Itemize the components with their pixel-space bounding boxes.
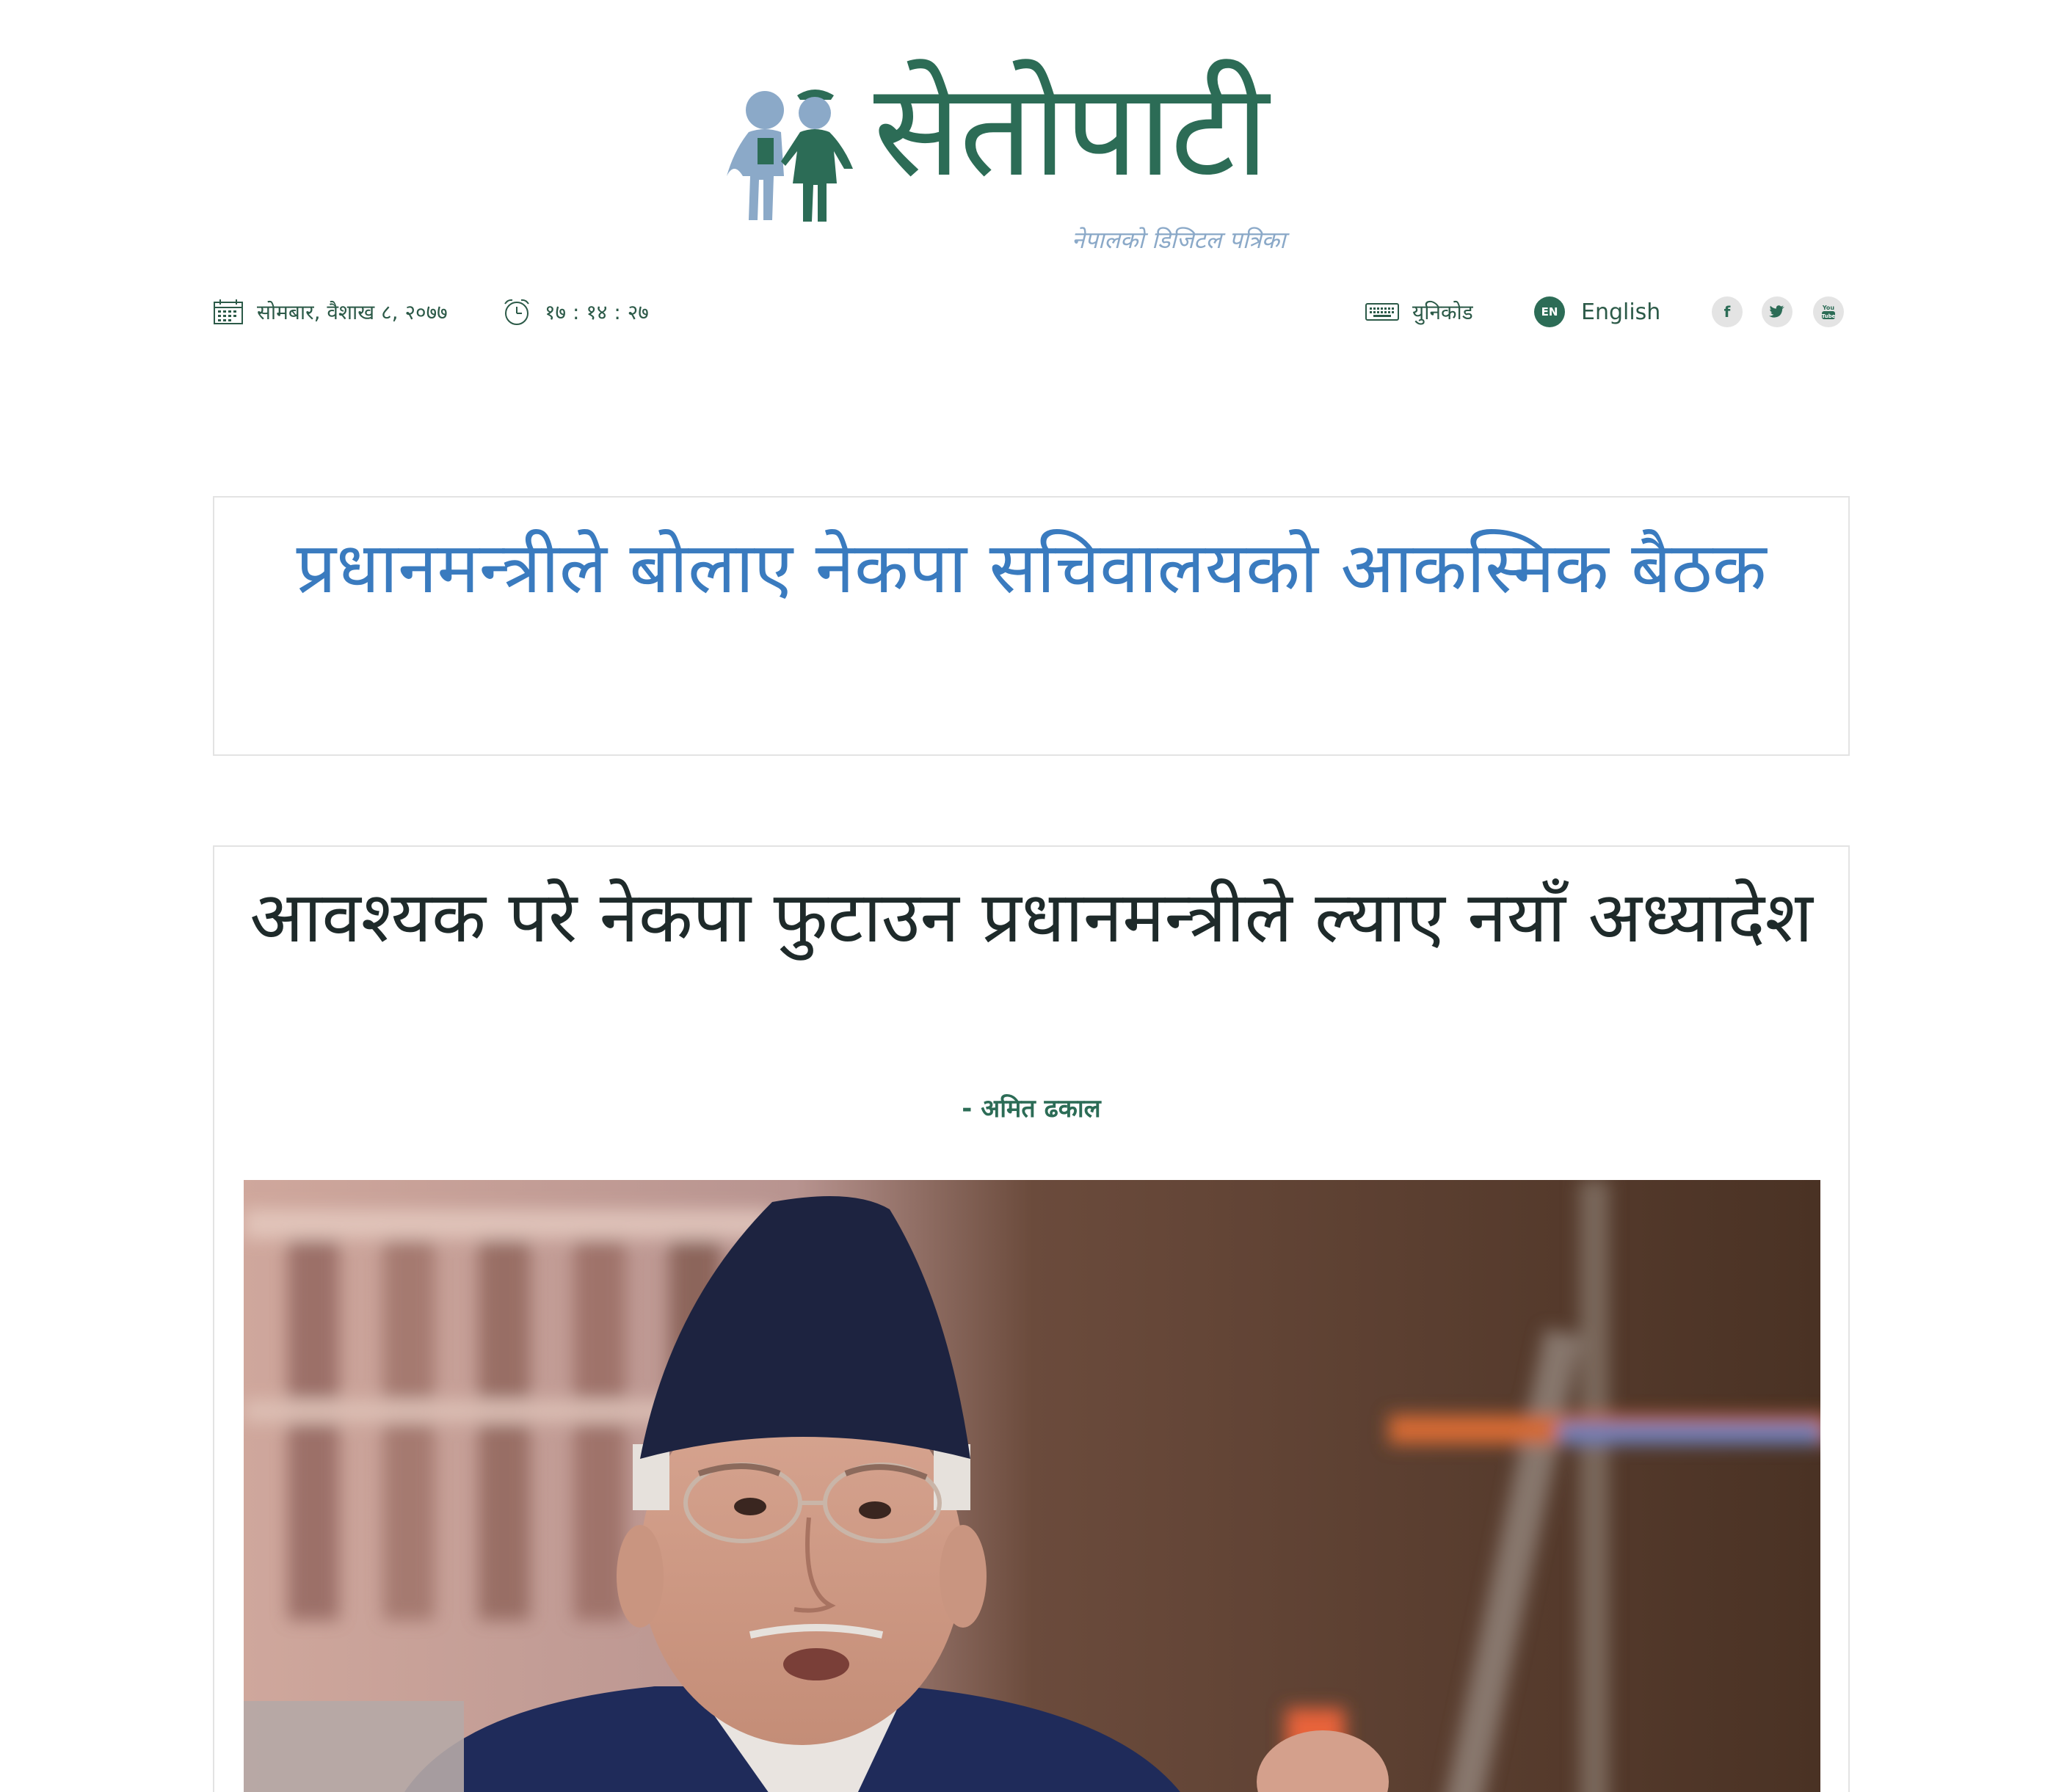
time-text: १७ : १४ : २७ (545, 300, 649, 324)
keyboard-icon (1365, 303, 1399, 321)
svg-text:Tube: Tube (1822, 313, 1836, 319)
unicode-link[interactable]: युनिकोड (1365, 292, 1473, 332)
logo-children-icon (727, 90, 853, 222)
twitter-icon[interactable] (1762, 296, 1792, 327)
logo-wordmark: सेतोपाटी (873, 55, 1269, 205)
facebook-icon[interactable]: f (1712, 296, 1743, 327)
breaking-headline-link[interactable]: प्रधानमन्त्रीले बोलाए नेकपा सचिवालयको आक… (244, 517, 1819, 619)
article-photo[interactable] (244, 1180, 1820, 1792)
featured-article-card: आवश्यक परे नेकपा फुटाउन प्रधानमन्त्रीले … (213, 845, 1850, 1792)
article-byline: - अमित ढकाल (962, 1094, 1101, 1123)
top-info-bar: सोमबार, वैशाख ८, २०७७ १७ : १४ : २७ युनिक… (213, 292, 1850, 332)
breaking-news-card: प्रधानमन्त्रीले बोलाए नेकपा सचिवालयको आक… (213, 496, 1850, 756)
calendar-icon (214, 299, 243, 324)
youtube-glyph-icon: You Tube (1822, 305, 1836, 319)
current-time: १७ : १४ : २७ (502, 292, 649, 332)
svg-text:You: You (1822, 305, 1835, 311)
english-label: English (1581, 299, 1661, 325)
article-headline-link[interactable]: आवश्यक परे नेकपा फुटाउन प्रधानमन्त्रीले … (244, 867, 1819, 967)
current-date: सोमबार, वैशाख ८, २०७७ (213, 292, 448, 332)
english-link[interactable]: EN English (1534, 292, 1660, 332)
twitter-bird-icon (1769, 305, 1784, 318)
unicode-label: युनिकोड (1412, 300, 1473, 324)
alarm-clock-icon (504, 299, 529, 325)
en-badge: EN (1534, 296, 1565, 327)
youtube-icon[interactable]: You Tube (1813, 296, 1844, 327)
article-photo-image (244, 1180, 1820, 1792)
logo-tagline: नेपालको डिजिटल पत्रिका (1072, 226, 1286, 254)
date-text: सोमबार, वैशाख ८, २०७७ (257, 300, 448, 324)
site-logo[interactable]: सेतोपाटी नेपालको डिजिटल पत्रिका (719, 66, 1343, 257)
